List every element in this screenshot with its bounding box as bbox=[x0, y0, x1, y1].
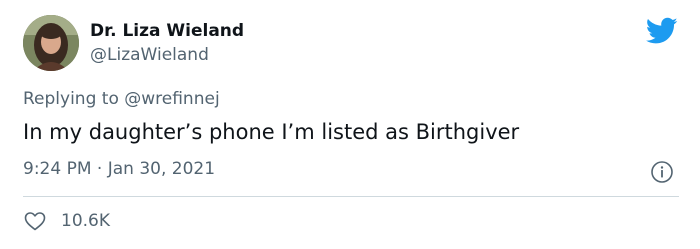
tweet-card: Dr. Liza Wieland @LizaWieland Replying t… bbox=[0, 0, 700, 249]
avatar[interactable] bbox=[23, 15, 79, 71]
info-icon[interactable] bbox=[650, 160, 674, 184]
reply-mention-link[interactable]: @wrefinnej bbox=[124, 89, 219, 109]
author-info: Dr. Liza Wieland @LizaWieland bbox=[90, 20, 244, 66]
profile-photo-icon bbox=[23, 15, 79, 71]
author-handle[interactable]: @LizaWieland bbox=[90, 44, 244, 66]
author-display-name[interactable]: Dr. Liza Wieland bbox=[90, 20, 244, 42]
tweet-text: In my daughter’s phone I’m listed as Bir… bbox=[23, 120, 520, 144]
tweet-timestamp[interactable]: 9:24 PM · Jan 30, 2021 bbox=[23, 158, 215, 180]
twitter-bird-icon[interactable] bbox=[645, 17, 678, 45]
reply-prefix: Replying to bbox=[23, 89, 119, 109]
tweet-time[interactable]: 9:24 PM bbox=[23, 159, 92, 179]
meta-separator: · bbox=[96, 159, 103, 179]
like-button[interactable]: 10.6K bbox=[23, 209, 110, 233]
reply-context: Replying to @wrefinnej bbox=[23, 88, 220, 110]
divider bbox=[23, 196, 679, 197]
tweet-date[interactable]: Jan 30, 2021 bbox=[108, 159, 215, 179]
heart-icon[interactable] bbox=[23, 209, 47, 233]
like-count: 10.6K bbox=[61, 211, 110, 231]
